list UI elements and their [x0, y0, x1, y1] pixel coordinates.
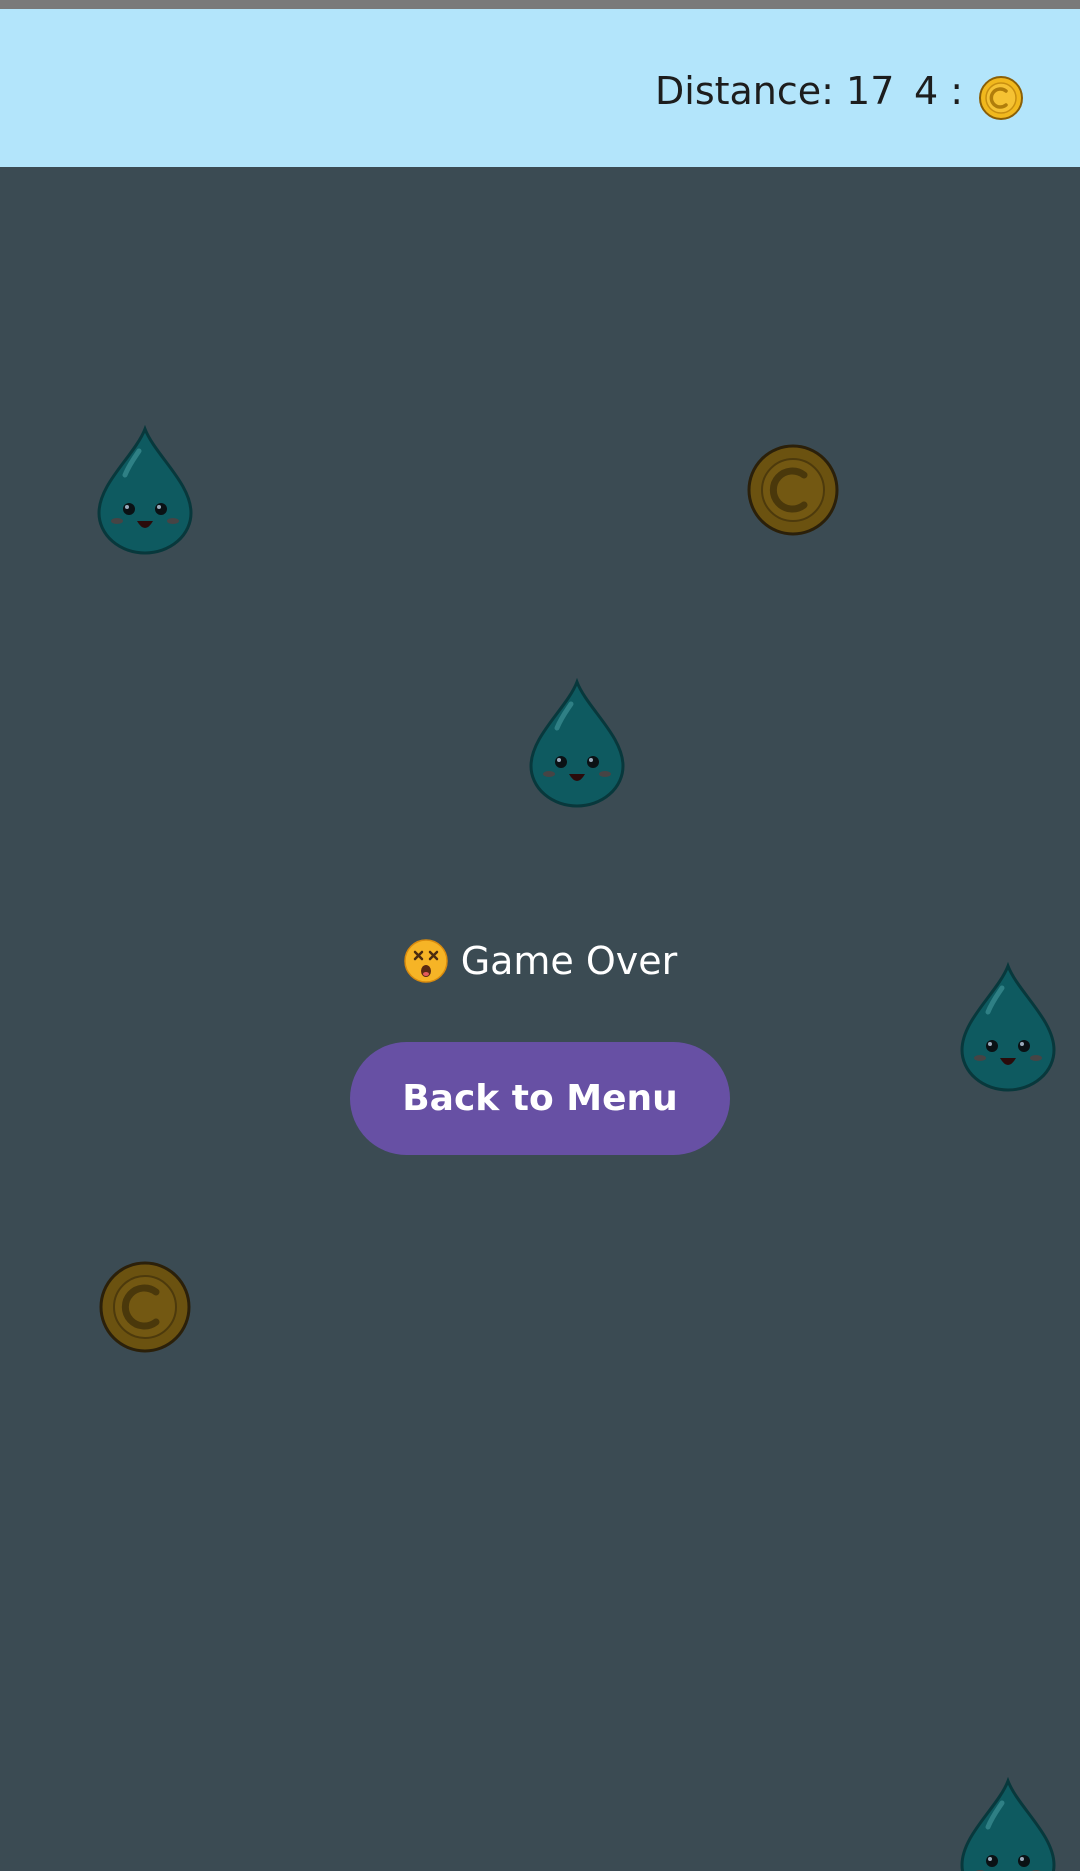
game-over-text: Game Over: [460, 939, 678, 983]
hud-bar: Distance: 17 4 :: [0, 9, 1080, 167]
coin-icon: [979, 76, 1023, 120]
distance-counter: Distance: 17: [655, 69, 895, 113]
water-drop-character: [97, 425, 193, 555]
coin: [747, 444, 839, 536]
status-strip: [0, 0, 1080, 9]
coin-counter: 4 :: [914, 69, 964, 113]
water-drop-character: [960, 1777, 1056, 1871]
coin: [99, 1261, 191, 1353]
dizzy-face-icon: [403, 939, 448, 983]
back-to-menu-button[interactable]: Back to Menu: [350, 1042, 730, 1155]
water-drop-character: [529, 678, 625, 808]
playfield: [0, 167, 1080, 1871]
game-over-message: Game Over: [0, 938, 1080, 984]
